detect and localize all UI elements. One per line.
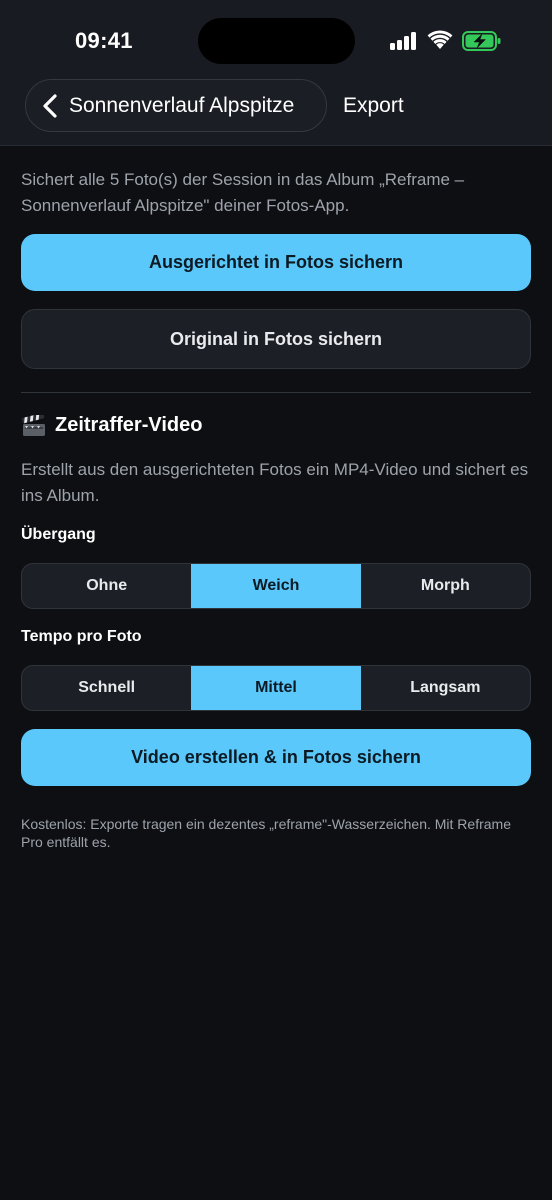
tempo-label: Tempo pro Foto bbox=[21, 628, 142, 645]
watermark-footnote: Kostenlos: Exporte tragen ein dezentes „… bbox=[21, 816, 511, 850]
page-title: Export bbox=[343, 94, 404, 117]
tempo-option-langsam[interactable]: Langsam bbox=[361, 666, 530, 710]
battery-charging-icon bbox=[462, 31, 501, 51]
intro-text: Sichert alle 5 Foto(s) der Session in da… bbox=[21, 170, 465, 215]
transition-option-weich[interactable]: Weich bbox=[191, 564, 361, 608]
timelapse-description: Erstellt aus den ausgerichteten Fotos ei… bbox=[21, 460, 529, 505]
tempo-segmented-control: Schnell Mittel Langsam bbox=[21, 665, 531, 711]
save-original-button[interactable]: Original in Fotos sichern bbox=[21, 309, 531, 369]
back-button[interactable]: Sonnenverlauf Alpspitze bbox=[25, 79, 327, 132]
cellular-signal-icon bbox=[390, 32, 418, 50]
tempo-option-schnell[interactable]: Schnell bbox=[22, 666, 191, 710]
tempo-option-mittel[interactable]: Mittel bbox=[191, 666, 361, 710]
transition-segmented-control: Ohne Weich Morph bbox=[21, 563, 531, 609]
status-bar: 09:41 bbox=[0, 0, 552, 80]
create-video-button[interactable]: Video erstellen & in Fotos sichern bbox=[21, 729, 531, 786]
transition-option-morph[interactable]: Morph bbox=[361, 564, 530, 608]
chevron-left-icon bbox=[43, 94, 57, 118]
transition-label: Übergang bbox=[21, 526, 96, 543]
status-time: 09:41 bbox=[75, 28, 133, 53]
timelapse-title: Zeitraffer-Video bbox=[55, 414, 203, 436]
clapperboard-icon bbox=[22, 414, 45, 436]
top-header: 09:41 Sonnenverlauf Alpspitze Export bbox=[0, 0, 552, 146]
transition-option-ohne[interactable]: Ohne bbox=[22, 564, 191, 608]
wifi-icon bbox=[427, 30, 453, 49]
timelapse-section-title: Zeitraffer-Video bbox=[21, 414, 202, 437]
save-aligned-button[interactable]: Ausgerichtet in Fotos sichern bbox=[21, 234, 531, 291]
dynamic-island bbox=[198, 18, 355, 64]
status-icons bbox=[390, 30, 502, 52]
nav-title: Sonnenverlauf Alpspitze bbox=[69, 94, 295, 117]
section-divider bbox=[21, 392, 531, 393]
